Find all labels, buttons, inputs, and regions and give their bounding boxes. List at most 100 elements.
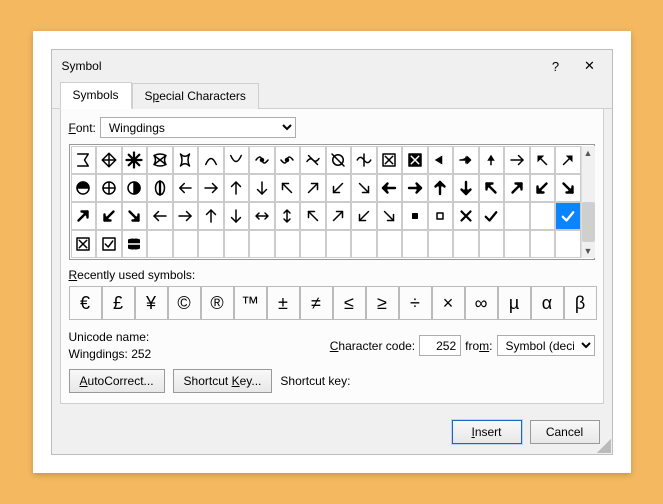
symbol-cell[interactable] [402,146,428,174]
symbol-cell[interactable] [377,174,403,202]
symbol-cell[interactable] [96,174,122,202]
symbol-cell[interactable] [530,202,556,230]
symbol-cell[interactable] [351,202,377,230]
symbol-cell[interactable] [555,174,581,202]
symbol-cell[interactable] [300,230,326,258]
resize-handle[interactable] [597,439,611,453]
symbol-cell[interactable] [300,146,326,174]
symbol-cell[interactable] [504,146,530,174]
autocorrect-button[interactable]: AutoCorrect... [69,369,165,393]
recent-symbol-cell[interactable]: ™ [234,286,267,320]
symbol-cell[interactable] [351,174,377,202]
symbol-cell[interactable] [122,230,148,258]
symbol-cell[interactable] [377,202,403,230]
symbol-cell[interactable] [453,202,479,230]
recent-symbol-cell[interactable]: ≥ [366,286,399,320]
symbol-cell[interactable] [504,174,530,202]
symbol-cell[interactable] [555,230,581,258]
symbol-cell[interactable] [249,230,275,258]
symbol-cell[interactable] [326,146,352,174]
tab-special-characters[interactable]: Special Characters [132,83,259,109]
recent-symbol-cell[interactable]: ¥ [135,286,168,320]
symbol-cell[interactable] [504,230,530,258]
symbol-cell[interactable] [198,202,224,230]
symbol-cell[interactable] [71,146,97,174]
cancel-button[interactable]: Cancel [530,420,600,444]
symbol-cell[interactable] [249,146,275,174]
scroll-up-icon[interactable]: ▲ [584,146,593,160]
symbol-cell[interactable] [453,174,479,202]
symbol-cell[interactable] [479,174,505,202]
symbol-cell[interactable] [198,174,224,202]
symbol-cell[interactable] [122,202,148,230]
symbol-cell[interactable] [351,146,377,174]
symbol-cell[interactable] [300,174,326,202]
symbol-cell[interactable] [96,202,122,230]
symbol-cell[interactable] [173,146,199,174]
help-button[interactable]: ? [546,59,566,74]
symbol-cell[interactable] [122,146,148,174]
symbol-cell[interactable] [555,146,581,174]
recent-symbol-cell[interactable]: € [69,286,102,320]
symbol-cell[interactable] [173,230,199,258]
symbol-cell[interactable] [275,146,301,174]
symbol-cell[interactable] [530,174,556,202]
symbol-cell[interactable] [479,146,505,174]
symbol-cell[interactable] [428,174,454,202]
scroll-down-icon[interactable]: ▼ [584,244,593,258]
symbol-cell[interactable] [479,202,505,230]
recent-symbol-cell[interactable]: £ [102,286,135,320]
symbol-cell[interactable] [173,174,199,202]
symbol-cell[interactable] [147,146,173,174]
symbol-cell[interactable] [402,174,428,202]
symbol-cell[interactable] [428,202,454,230]
symbol-cell[interactable] [249,202,275,230]
symbol-cell[interactable] [530,230,556,258]
symbol-cell[interactable] [377,230,403,258]
symbol-cell[interactable] [428,146,454,174]
symbol-cell[interactable] [96,146,122,174]
recent-symbols-grid[interactable]: €£¥©®™±≠≤≥÷×∞µαβ [69,286,595,320]
symbol-cell[interactable] [249,174,275,202]
symbol-cell[interactable] [453,146,479,174]
symbol-cell[interactable] [555,202,581,230]
symbol-cell[interactable] [275,202,301,230]
symbol-cell[interactable] [300,202,326,230]
recent-symbol-cell[interactable]: β [564,286,597,320]
recent-symbol-cell[interactable]: ∞ [465,286,498,320]
symbol-cell[interactable] [326,202,352,230]
symbol-cell[interactable] [224,230,250,258]
font-select[interactable]: Wingdings [100,117,296,138]
symbol-cell[interactable] [530,146,556,174]
recent-symbol-cell[interactable]: α [531,286,564,320]
recent-symbol-cell[interactable]: ÷ [399,286,432,320]
symbol-cell[interactable] [147,230,173,258]
recent-symbol-cell[interactable]: µ [498,286,531,320]
close-button[interactable]: ✕ [580,58,600,74]
symbol-cell[interactable] [71,230,97,258]
symbol-cell[interactable] [224,174,250,202]
symbol-cell[interactable] [71,202,97,230]
symbol-cell[interactable] [147,174,173,202]
shortcut-key-button[interactable]: Shortcut Key... [173,369,273,393]
symbol-cell[interactable] [326,230,352,258]
char-code-input[interactable] [419,335,461,356]
symbol-cell[interactable] [122,174,148,202]
grid-scrollbar[interactable]: ▲ ▼ [581,146,595,258]
symbol-cell[interactable] [198,230,224,258]
recent-symbol-cell[interactable]: × [432,286,465,320]
symbol-cell[interactable] [224,202,250,230]
insert-button[interactable]: Insert [452,420,522,444]
symbol-cell[interactable] [377,146,403,174]
symbol-cell[interactable] [275,174,301,202]
symbol-cell[interactable] [402,202,428,230]
symbol-grid[interactable] [71,146,581,258]
symbol-cell[interactable] [173,202,199,230]
symbol-cell[interactable] [402,230,428,258]
symbol-cell[interactable] [147,202,173,230]
tab-symbols[interactable]: Symbols [60,82,132,109]
symbol-cell[interactable] [453,230,479,258]
symbol-cell[interactable] [275,230,301,258]
symbol-cell[interactable] [351,230,377,258]
recent-symbol-cell[interactable]: © [168,286,201,320]
